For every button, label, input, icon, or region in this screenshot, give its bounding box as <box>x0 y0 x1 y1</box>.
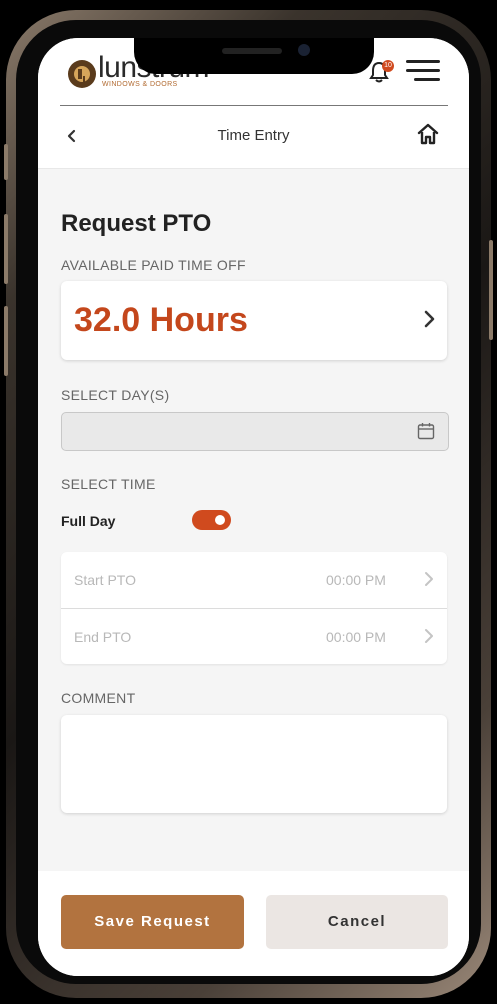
end-pto-row[interactable]: End PTO 00:00 PM <box>61 609 447 665</box>
phone-notch <box>134 38 374 74</box>
calendar-icon[interactable] <box>417 422 435 440</box>
mute-switch <box>4 144 8 180</box>
available-pto-value: 32.0 Hours <box>74 301 248 339</box>
app-screen: lunstrum WINDOWS & DOORS 10 Time Entry R… <box>38 38 469 976</box>
logo-mark-icon <box>68 60 96 88</box>
comment-textarea[interactable] <box>61 715 447 813</box>
select-days-label: SELECT DAY(S) <box>61 387 170 403</box>
available-pto-card[interactable]: 32.0 Hours <box>61 281 447 360</box>
start-pto-label: Start PTO <box>74 572 136 588</box>
footer-actions: Save Request Cancel <box>38 871 469 976</box>
select-days-input[interactable] <box>61 412 449 451</box>
available-pto-label: AVAILABLE PAID TIME OFF <box>61 257 246 273</box>
full-day-label: Full Day <box>61 513 116 529</box>
end-pto-label: End PTO <box>74 629 132 645</box>
nav-bar: Time Entry <box>38 106 469 169</box>
power-button <box>489 240 493 340</box>
end-pto-value: 00:00 PM <box>326 629 386 645</box>
chevron-right-icon <box>424 310 435 328</box>
time-range-card: Start PTO 00:00 PM End PTO 00:00 PM <box>61 552 447 664</box>
page-title: Request PTO <box>61 210 212 237</box>
nav-title: Time Entry <box>217 127 290 144</box>
comment-label: COMMENT <box>61 690 136 706</box>
volume-down-button <box>4 306 8 376</box>
select-time-label: SELECT TIME <box>61 476 156 492</box>
hamburger-menu-icon[interactable] <box>406 60 440 82</box>
start-pto-value: 00:00 PM <box>326 572 386 588</box>
volume-up-button <box>4 214 8 284</box>
toggle-knob <box>215 515 225 525</box>
chevron-right-icon <box>425 572 433 586</box>
notification-badge: 10 <box>382 60 394 72</box>
start-pto-row[interactable]: Start PTO 00:00 PM <box>61 552 447 609</box>
front-camera <box>298 44 310 56</box>
speaker-grille <box>222 48 282 54</box>
home-icon[interactable] <box>416 122 440 146</box>
full-day-toggle[interactable] <box>192 510 231 530</box>
save-request-button[interactable]: Save Request <box>61 895 244 949</box>
cancel-button[interactable]: Cancel <box>266 895 448 949</box>
chevron-right-icon <box>425 629 433 643</box>
